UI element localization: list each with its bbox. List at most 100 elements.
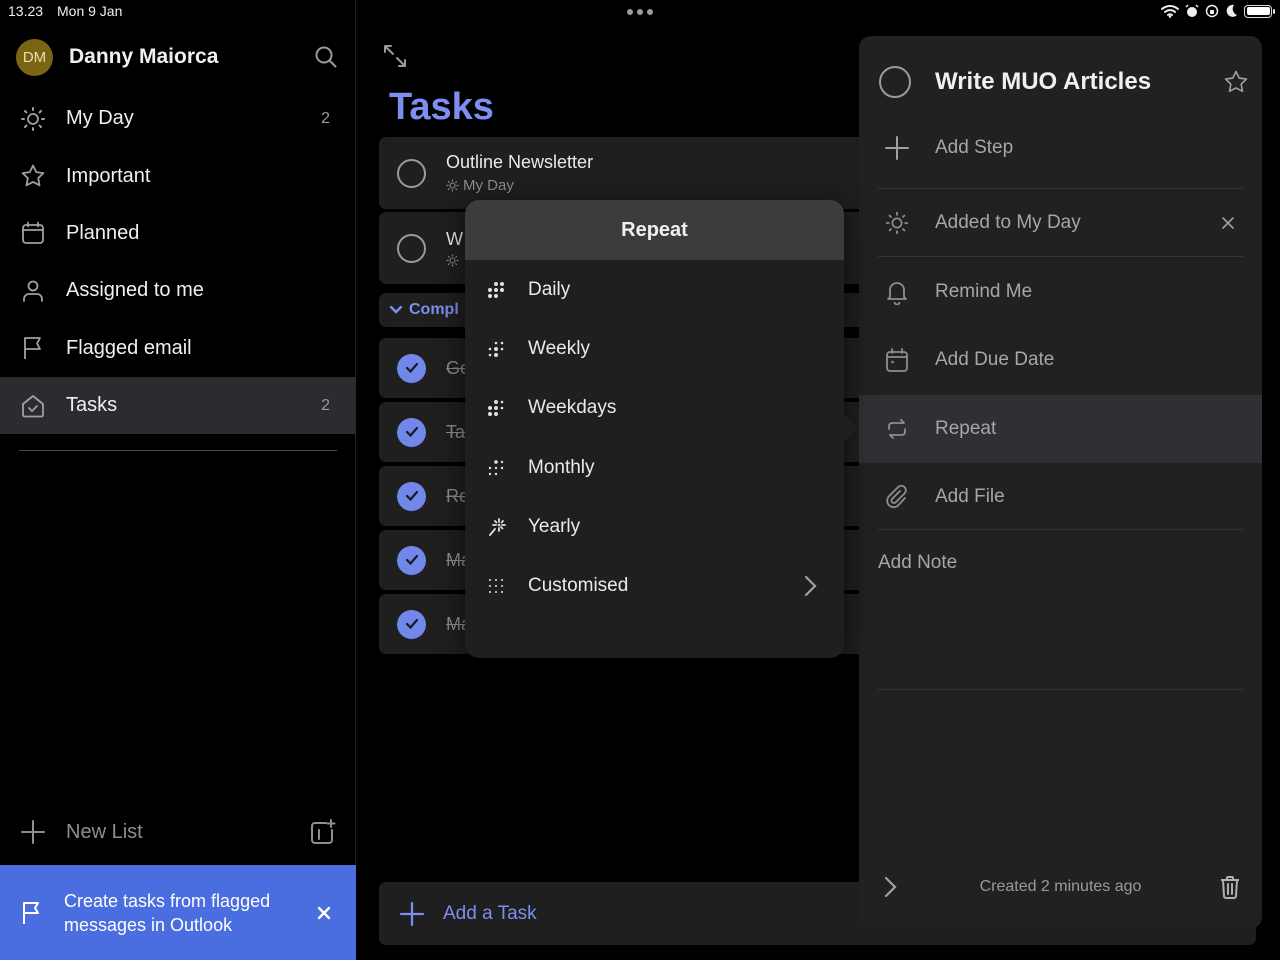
sidebar-divider: [19, 450, 337, 451]
person-icon: [20, 278, 46, 304]
add-note-field[interactable]: Add Note: [878, 552, 957, 574]
do-not-disturb-icon: [1226, 4, 1237, 17]
weekdays-dots-icon: [485, 396, 509, 420]
sun-icon: [446, 179, 459, 192]
bell-icon: [883, 278, 911, 306]
complete-checkbox[interactable]: [397, 233, 426, 263]
option-label: Weekly: [528, 337, 590, 359]
add-due-date-button[interactable]: Add Due Date: [859, 326, 1262, 394]
option-label: Daily: [528, 278, 571, 300]
paperclip-icon: [883, 483, 911, 511]
sidebar-item-label: Planned: [66, 221, 140, 244]
task-item[interactable]: Outline Newsletter My Day: [379, 137, 899, 209]
repeat-option-weekly[interactable]: Weekly: [465, 319, 844, 378]
plus-icon: [883, 134, 911, 162]
sidebar-nav: My Day 2 Important Planned Assigned to m…: [0, 90, 356, 435]
repeat-option-yearly[interactable]: Yearly: [465, 497, 844, 556]
popover-arrow: [844, 414, 858, 442]
sidebar-item-label: My Day: [66, 107, 134, 130]
add-file-label: Add File: [935, 486, 1005, 507]
completed-label: Compl: [409, 301, 459, 318]
flag-icon: [20, 335, 46, 361]
close-icon: [1222, 217, 1234, 229]
search-icon: [315, 46, 337, 68]
calendar-icon: [883, 346, 911, 374]
new-group-icon[interactable]: [308, 818, 336, 846]
repeat-option-customised[interactable]: Customised: [465, 556, 844, 615]
task-detail-panel: Write MUO Articles Add Step Added to My …: [859, 36, 1262, 929]
sidebar: DM Danny Maiorca My Day 2 Important Plan…: [0, 0, 356, 960]
multitasking-dots-icon[interactable]: [627, 9, 653, 15]
banner-close-button[interactable]: [312, 901, 336, 925]
delete-task-button[interactable]: [1216, 873, 1244, 901]
divider: [878, 689, 1243, 690]
status-time: 13.23: [8, 3, 44, 19]
repeat-label: Repeat: [935, 418, 997, 439]
sidebar-item-important[interactable]: Important: [0, 147, 356, 204]
search-button[interactable]: [312, 43, 340, 71]
checked-checkbox[interactable]: [397, 417, 426, 447]
task-title: Outline Newsletter: [446, 152, 594, 172]
chevron-right-icon: [804, 576, 817, 597]
checked-checkbox[interactable]: [397, 481, 426, 511]
weekly-dots-icon: [485, 337, 509, 361]
sidebar-item-my-day[interactable]: My Day 2: [0, 90, 356, 147]
check-icon: [405, 618, 418, 630]
remind-me-label: Remind Me: [935, 281, 1033, 302]
repeat-button[interactable]: Repeat: [859, 395, 1262, 463]
sidebar-item-planned[interactable]: Planned: [0, 205, 356, 262]
avatar[interactable]: DM: [16, 38, 53, 76]
repeat-option-weekdays[interactable]: Weekdays: [465, 379, 844, 438]
collapse-detail-button[interactable]: [877, 873, 905, 901]
repeat-popover: Repeat Daily Weekly Weekdays Monthly Yea…: [465, 200, 858, 658]
plus-icon: [21, 820, 45, 844]
star-icon[interactable]: [1223, 69, 1249, 95]
sidebar-item-assigned-to-me[interactable]: Assigned to me: [0, 262, 356, 319]
expand-button[interactable]: [381, 42, 409, 70]
my-day-row[interactable]: Added to My Day: [859, 189, 1262, 257]
task-title: W: [446, 229, 463, 249]
add-step-label: Add Step: [935, 137, 1014, 158]
item-count: 2: [321, 109, 330, 127]
profile-name[interactable]: Danny Maiorca: [69, 45, 312, 69]
option-label: Monthly: [528, 456, 595, 478]
custom-dots-icon: [485, 574, 509, 598]
sidebar-item-flagged-email[interactable]: Flagged email: [0, 320, 356, 377]
option-label: Yearly: [528, 515, 581, 537]
option-label: Weekdays: [528, 397, 617, 419]
sidebar-item-label: Flagged email: [66, 336, 192, 359]
add-due-date-label: Add Due Date: [935, 349, 1055, 370]
check-icon: [405, 362, 418, 374]
complete-checkbox[interactable]: [397, 158, 426, 188]
checked-checkbox[interactable]: [397, 545, 426, 575]
trash-icon: [1221, 876, 1239, 899]
remove-from-my-day-button[interactable]: [1218, 213, 1238, 233]
add-step-button[interactable]: Add Step: [859, 114, 1262, 182]
flagged-email-banner[interactable]: Create tasks from flagged messages in Ou…: [0, 865, 356, 960]
sidebar-item-tasks[interactable]: Tasks 2: [0, 376, 356, 435]
new-list-button[interactable]: New List: [20, 812, 336, 852]
add-task-placeholder: Add a Task: [443, 902, 537, 924]
monthly-dots-icon: [485, 456, 509, 480]
sidebar-item-label: Assigned to me: [66, 279, 204, 302]
calendar-icon: [20, 220, 46, 246]
repeat-icon: [883, 415, 911, 443]
profile[interactable]: DM Danny Maiorca: [16, 38, 340, 76]
checked-checkbox[interactable]: [397, 609, 426, 639]
repeat-option-monthly[interactable]: Monthly: [465, 438, 844, 497]
checked-checkbox[interactable]: [397, 353, 426, 383]
remind-me-button[interactable]: Remind Me: [859, 258, 1262, 326]
status-icons: [1161, 4, 1275, 18]
detail-header: Write MUO Articles: [879, 64, 1249, 100]
complete-checkbox[interactable]: [879, 66, 911, 98]
page-title: Tasks: [389, 86, 494, 128]
sidebar-item-label: Important: [66, 164, 151, 187]
add-file-button[interactable]: Add File: [859, 463, 1262, 531]
sidebar-item-label: Tasks: [66, 394, 118, 417]
repeat-option-daily[interactable]: Daily: [465, 260, 844, 319]
check-icon: [405, 490, 418, 502]
divider: [878, 256, 1243, 257]
option-label: Customised: [528, 575, 629, 597]
sun-icon: [446, 254, 459, 267]
task-title-field[interactable]: Write MUO Articles: [935, 68, 1223, 96]
